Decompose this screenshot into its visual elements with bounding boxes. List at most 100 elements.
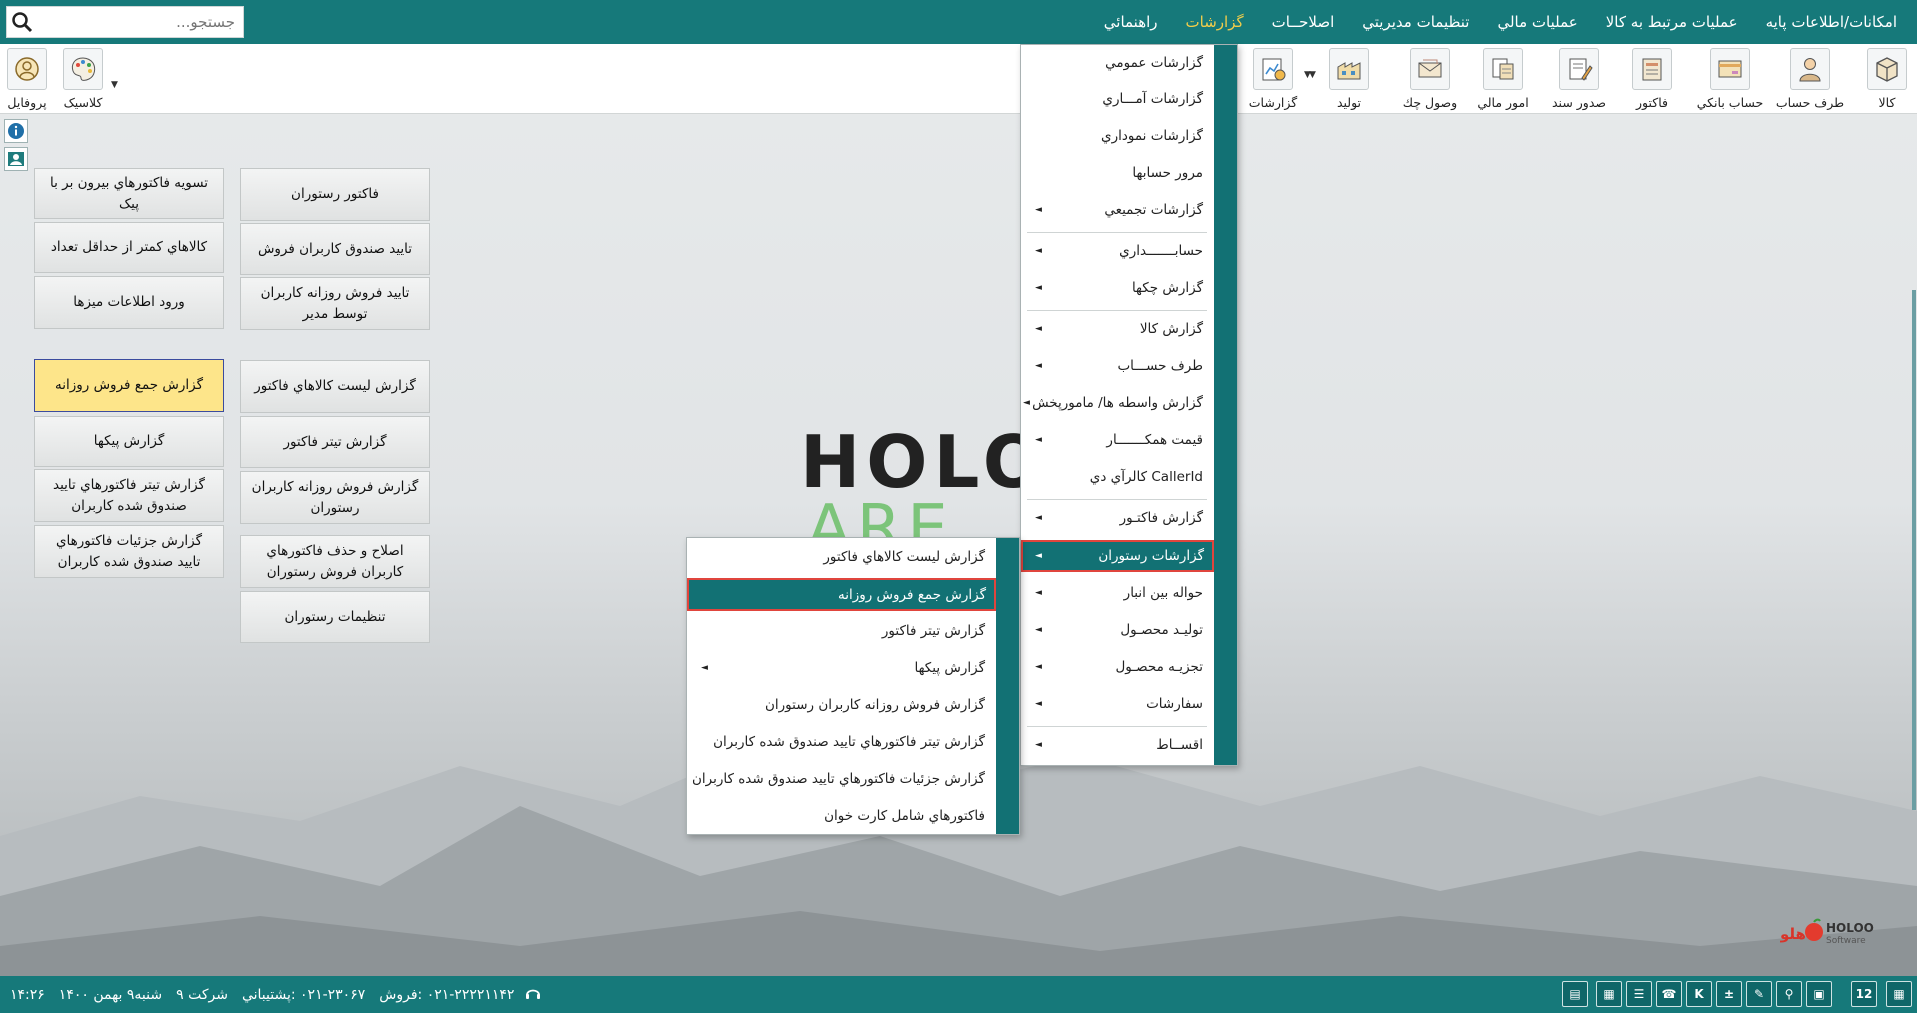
submenu-daily-sales-total[interactable]: گزارش جمع فروش روزانه xyxy=(687,578,996,611)
reports-dropdown-arrow[interactable]: ▼ xyxy=(1304,70,1311,80)
menu-item-product-decomposition[interactable]: ◄ تجزيـه محصـول xyxy=(1021,652,1213,682)
toolbar-cheque-collection-button[interactable]: وصول چك xyxy=(1400,46,1460,112)
qb-invoice-goods-list-report[interactable]: گزارش ليست کالاهاي فاکتور xyxy=(240,360,430,413)
menu-item-account-party[interactable]: ◄ طرف حســـاب xyxy=(1021,351,1213,381)
info-icon[interactable] xyxy=(4,119,28,143)
statusbar-calculator-icon[interactable]: ± xyxy=(1716,981,1742,1007)
statusbar-calendar-grid-icon[interactable]: ▦ xyxy=(1596,981,1622,1007)
statusbar-k-icon[interactable]: K xyxy=(1686,981,1712,1007)
menu-item-partner-price[interactable]: ◄ قيمت همکـــــــار xyxy=(1021,425,1213,455)
qb-daily-sales-total-report[interactable]: گزارش جمع فروش روزانه xyxy=(34,359,224,412)
menu-side-strip xyxy=(1214,45,1237,765)
menu-financial-ops[interactable]: عمليات مالي xyxy=(1483,13,1591,31)
submenu-item-label: گزارش تيتر فاکتورهاي تاييد صندوق شده کار… xyxy=(713,734,985,750)
toolbar-account-party-button[interactable]: طرف حساب xyxy=(1775,46,1845,112)
menu-item-caller-id[interactable]: کالرآي دي CallerId xyxy=(1021,462,1213,492)
menu-item-accounting[interactable]: ◄ حسابـــــــداري xyxy=(1021,236,1213,266)
qb-daily-sales-manager-approval[interactable]: تاييد فروش روزانه کاربران توسط مدير xyxy=(240,277,430,330)
menu-item-general-reports[interactable]: گزارشات عمومي xyxy=(1021,48,1213,78)
qb-invoice-title-report[interactable]: گزارش تيتر فاکتور xyxy=(240,416,430,468)
submenu-card-reader-invoices[interactable]: فاکتورهاي شامل کارت خوان xyxy=(687,801,995,831)
menu-item-goods-report[interactable]: ◄ گزارش کالا xyxy=(1021,314,1213,344)
submenu-users-daily-sales[interactable]: گزارش فروش روزانه کاربران رستوران xyxy=(687,690,995,720)
submenu-invoice-goods-list[interactable]: گزارش ليست کالاهاي فاکتور xyxy=(687,542,995,572)
toolbar-profile-button[interactable]: پروفایل xyxy=(4,46,50,112)
statusbar-calendar-day-icon[interactable]: 12 xyxy=(1851,981,1877,1007)
submenu-invoice-title[interactable]: گزارش تيتر فاکتور xyxy=(687,616,995,646)
menu-separator xyxy=(1027,232,1207,233)
user-card-icon[interactable] xyxy=(4,147,28,171)
qb-settle-outgoing-invoices[interactable]: تسويه فاکتورهاي بيرون بر با پيک xyxy=(34,168,224,219)
search-input[interactable] xyxy=(37,13,243,31)
menu-base-info[interactable]: امکانات/اطلاعات پايه xyxy=(1752,13,1911,31)
search-icon[interactable] xyxy=(7,7,37,37)
classic-dropdown-arrow[interactable]: ▼ xyxy=(111,80,118,90)
submenu-approved-titles[interactable]: گزارش تيتر فاکتورهاي تاييد صندوق شده کار… xyxy=(687,727,995,757)
menu-separator xyxy=(1027,310,1207,311)
menu-item-cheques-report[interactable]: ◄ گزارش چکها xyxy=(1021,273,1213,303)
menu-help[interactable]: راهنمائي xyxy=(1090,13,1172,31)
menu-item-statistical-reports[interactable]: گزارشات آمـــاري xyxy=(1021,84,1213,114)
right-scroll-indicator[interactable] xyxy=(1912,290,1916,810)
status-sales-phone: ۰۲۱-۲۲۲۲۱۱۴۲ :فروش xyxy=(379,986,515,1003)
qb-approved-invoice-details-report[interactable]: گزارش جزئيات فاکتورهاي تاييد صندوق شده ک… xyxy=(34,525,224,578)
submenu-approved-details[interactable]: گزارش جزئيات فاکتورهاي تاييد صندوق شده ک… xyxy=(687,764,995,794)
statusbar-share-icon[interactable]: ⚲ xyxy=(1776,981,1802,1007)
restaurant-reports-submenu: گزارش ليست کالاهاي فاکتور گزارش جمع فروش… xyxy=(686,537,1020,835)
toolbar-invoice-button[interactable]: فاکتور xyxy=(1627,46,1677,112)
menu-item-accounts-review[interactable]: مرور حسابها xyxy=(1021,158,1213,188)
toolbar-bank-account-button[interactable]: حساب بانکي xyxy=(1692,46,1768,112)
qb-restaurant-settings[interactable]: تنظيمات رستوران xyxy=(240,591,430,643)
qb-couriers-report[interactable]: گزارش پيکها xyxy=(34,416,224,467)
menu-item-label: تجزيـه محصـول xyxy=(1115,659,1203,675)
menu-corrections[interactable]: اصلاحــات xyxy=(1258,13,1349,31)
menu-item-warehouse-transfer[interactable]: ◄ حواله بين انبار xyxy=(1021,578,1213,608)
menu-item-aggregate-reports[interactable]: ◄ گزارشات تجميعي xyxy=(1021,195,1213,225)
statusbar-note-icon[interactable]: ✎ xyxy=(1746,981,1772,1007)
menu-goods-ops[interactable]: عمليات مرتبط به کالا xyxy=(1592,13,1752,31)
menu-item-product-production[interactable]: ◄ توليـد محصـول xyxy=(1021,615,1213,645)
toolbar-issue-document-button[interactable]: صدور سند xyxy=(1550,46,1608,112)
menu-reports[interactable]: گزارشات xyxy=(1172,13,1258,31)
toolbar-goods-button[interactable]: کالا xyxy=(1862,46,1912,112)
qb-restaurant-invoice[interactable]: فاکتور رستوران xyxy=(240,168,430,221)
menu-item-label: حسابـــــــداري xyxy=(1119,243,1203,259)
statusbar-card-icon[interactable]: ▤ xyxy=(1562,981,1588,1007)
menu-item-orders[interactable]: ◄ سفارشات xyxy=(1021,689,1213,719)
qb-edit-delete-user-invoices[interactable]: اصلاح و حذف فاکتورهاي کاربران فروش رستور… xyxy=(240,535,430,588)
menu-item-chart-reports[interactable]: گزارشات نموداري xyxy=(1021,121,1213,151)
qb-approved-invoice-titles-report[interactable]: گزارش تيتر فاکتورهاي تاييد صندوق شده کار… xyxy=(34,469,224,522)
menu-item-invoice-report[interactable]: ◄ گزارش فاکتـور xyxy=(1021,503,1213,533)
status-support-phone: ۰۲۱-۲۳۰۶۷ :پشتيباني xyxy=(241,986,366,1003)
toolbar-classic-button[interactable]: کلاسیک ▼ xyxy=(58,46,118,112)
menu-item-installments[interactable]: ◄ اقســاط xyxy=(1021,730,1213,760)
menu-item-label: اقســاط xyxy=(1156,737,1203,753)
menu-management-settings[interactable]: تنظيمات مديريتي xyxy=(1348,13,1483,31)
toolbar-goods-label: کالا xyxy=(1878,95,1896,110)
menubar-items: امکانات/اطلاعات پايه عمليات مرتبط به کال… xyxy=(1090,0,1917,44)
statusbar-month-calendar-icon[interactable]: ▦ xyxy=(1886,981,1912,1007)
invoice-icon xyxy=(1632,48,1672,90)
status-bar: ۰۲۱-۲۲۲۲۱۱۴۲ :فروش ۰۲۱-۲۳۰۶۷ :پشتيباني ش… xyxy=(0,976,1917,1013)
submenu-item-label: فاکتورهاي شامل کارت خوان xyxy=(824,808,985,824)
qb-goods-below-minimum[interactable]: کالاهاي کمتر از حداقل تعداد xyxy=(34,222,224,273)
qb-users-daily-sales-report[interactable]: گزارش فروش روزانه کاربران رستوران xyxy=(240,471,430,524)
statusbar-ledger-icon[interactable]: ☰ xyxy=(1626,981,1652,1007)
statusbar-phone-icon[interactable]: ☎ xyxy=(1656,981,1682,1007)
menu-item-label: گزارشات عمومي xyxy=(1105,55,1203,71)
toolbar-reports-button[interactable]: گزارشات ▼ xyxy=(1245,46,1311,112)
menu-item-intermediaries-report[interactable]: ◄ گزارش واسطه ها/ مامورپخش xyxy=(1021,388,1213,418)
submenu-couriers[interactable]: ◄ گزارش پيکها xyxy=(687,653,995,683)
menu-item-label: طرف حســـاب xyxy=(1117,358,1203,374)
toolbar-production-label: توليد xyxy=(1336,95,1362,110)
submenu-arrow-icon: ◄ xyxy=(1035,625,1042,635)
submenu-arrow-icon: ◄ xyxy=(1023,398,1030,408)
qb-sales-users-cashbox-approval[interactable]: تاييد صندوق کاربران فروش xyxy=(240,223,430,275)
toolbar-production-button[interactable]: توليد ▼ xyxy=(1309,46,1373,112)
qb-table-info-entry[interactable]: ورود اطلاعات ميزها xyxy=(34,276,224,329)
menu-item-restaurant-reports[interactable]: ◄ گزارشات رستوران xyxy=(1021,540,1214,572)
statusbar-image-icon[interactable]: ▣ xyxy=(1806,981,1832,1007)
toolbar-finance-button[interactable]: امور مالي xyxy=(1476,46,1530,112)
box-icon xyxy=(1867,48,1907,90)
main-menubar: امکانات/اطلاعات پايه عمليات مرتبط به کال… xyxy=(0,0,1917,44)
